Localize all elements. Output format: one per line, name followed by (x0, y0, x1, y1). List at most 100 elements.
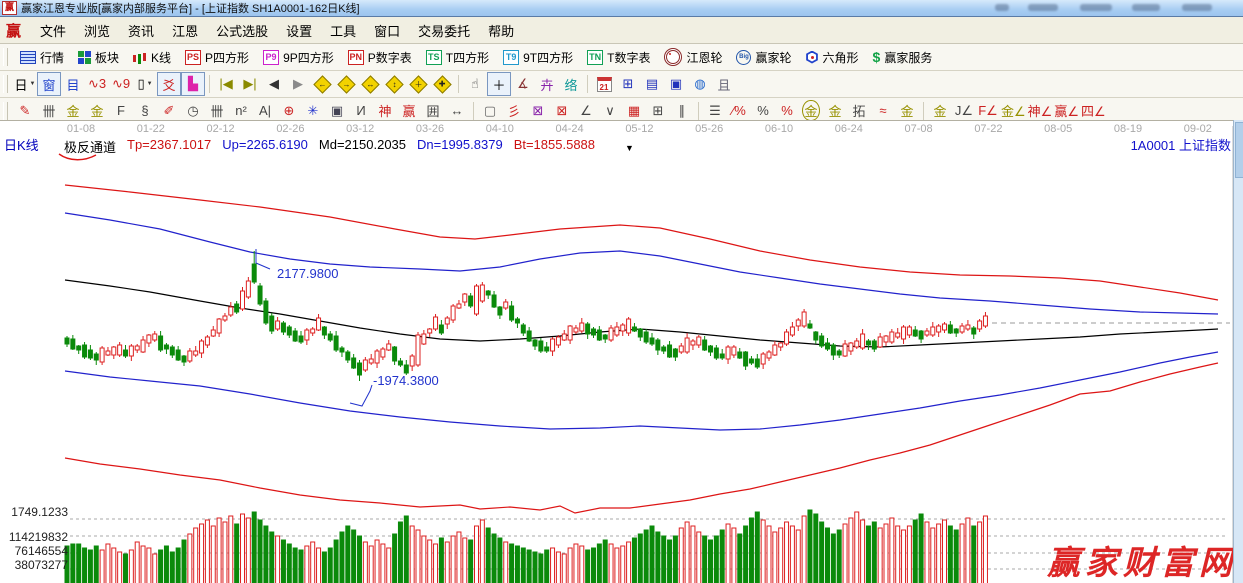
indicator-name: 极反通道 (64, 137, 116, 156)
menu-item-资讯[interactable]: 资讯 (119, 18, 163, 43)
menu-item-江恩[interactable]: 江恩 (163, 18, 207, 43)
boxed-star-icon[interactable]: ▣ (325, 99, 349, 123)
histogram-tool-icon[interactable]: ▙ (181, 72, 205, 96)
t-number-table-button[interactable]: TNT数字表 (580, 47, 657, 68)
chart-window-icon[interactable]: 窗 (37, 72, 61, 96)
winner-service-button[interactable]: $赢家服务 (866, 47, 940, 68)
gann-grid-2-icon[interactable]: 卌 (205, 99, 229, 123)
gann-v-expand-icon[interactable]: ↕ (382, 72, 406, 96)
percent-slash-icon[interactable]: ∕% (727, 99, 751, 123)
angle-measure-icon[interactable]: A| (253, 99, 277, 123)
print-icon[interactable]: 且 (712, 72, 736, 96)
sectors-button[interactable]: 板块 (71, 47, 126, 68)
kline-chart-canvas[interactable] (0, 121, 1243, 583)
gold-angle-icon[interactable]: 金∠ (1000, 99, 1027, 123)
chevron-down-icon[interactable]: ▼ (625, 143, 634, 153)
scrollbar-thumb[interactable] (1235, 122, 1243, 178)
price-ruler-icon[interactable]: ☰ (703, 99, 727, 123)
gann-left-icon[interactable]: ← (310, 72, 334, 96)
gann-grid-icon[interactable]: 卌 (37, 99, 61, 123)
menu-item-交易委托[interactable]: 交易委托 (409, 18, 479, 43)
shen-tool-icon[interactable]: 神 (373, 99, 397, 123)
fan-box-icon[interactable]: ⊠ (526, 99, 550, 123)
ying-tool-icon[interactable]: 赢 (397, 99, 421, 123)
ying-angle-icon[interactable]: 赢∠ (1053, 99, 1080, 123)
gann-cross-icon[interactable]: ＋ (406, 72, 430, 96)
wave-av-icon[interactable]: ≈ (871, 99, 895, 123)
parallel-lines-icon[interactable]: ∥ (670, 99, 694, 123)
circle-cross-icon[interactable]: ⊕ (277, 99, 301, 123)
9p-square-button[interactable]: P99P四方形 (256, 47, 341, 68)
fractal-tool-icon[interactable]: 络 (559, 72, 583, 96)
menu-item-浏览[interactable]: 浏览 (75, 18, 119, 43)
9t-square-button[interactable]: T99T四方形 (496, 47, 580, 68)
star-cycle-icon[interactable]: ✳ (301, 99, 325, 123)
percent-icon[interactable]: % (751, 99, 775, 123)
kline-button[interactable]: K线 (126, 47, 178, 68)
trade-brush-icon[interactable]: 拓 (847, 99, 871, 123)
chart-area[interactable]: 01-0801-2202-1202-2603-1203-2604-1004-24… (0, 120, 1243, 583)
brush-2-icon[interactable]: ✐ (157, 99, 181, 123)
p-square-button[interactable]: PSP四方形 (178, 47, 256, 68)
calendar-icon[interactable]: 21 (592, 72, 616, 96)
menu-item-帮助[interactable]: 帮助 (479, 18, 523, 43)
report-editor-icon[interactable]: ▤ (640, 72, 664, 96)
four-angle-icon[interactable]: 四∠ (1080, 99, 1107, 123)
menu-item-公式选股[interactable]: 公式选股 (207, 18, 277, 43)
gann-all-icon[interactable]: ✚ (430, 72, 454, 96)
toolbar-main: 行情板块K线PSP四方形P99P四方形PNP数字表TST四方形T99T四方形TN… (0, 44, 1243, 71)
gann-right-icon[interactable]: → (334, 72, 358, 96)
h-range-icon[interactable]: ↔ (445, 99, 469, 123)
wave-9-icon[interactable]: ∿9 (109, 72, 133, 96)
trend-angle-icon[interactable]: ∠ (574, 99, 598, 123)
box-tool-icon[interactable]: ▢ (478, 99, 502, 123)
toolbar-grip[interactable] (3, 48, 8, 66)
p-number-table-button[interactable]: PNP数字表 (341, 47, 419, 68)
angle-line-tool-icon[interactable]: ∡ (511, 72, 535, 96)
f-angle-icon[interactable]: F∠ (976, 99, 1000, 123)
crosshair-tool-icon[interactable]: ＋ (487, 72, 511, 96)
wave-3-icon[interactable]: ∿3 (85, 72, 109, 96)
prev-bar-icon[interactable]: ◀ (262, 72, 286, 96)
gann-shape-tool-icon[interactable]: 卉 (535, 72, 559, 96)
winner-wheel-button[interactable]: Big赢家轮 (729, 47, 798, 68)
spiral-icon[interactable]: § (133, 99, 157, 123)
period-daily-icon[interactable]: 日▼ (13, 72, 37, 96)
toolbar-grip[interactable] (3, 102, 8, 120)
shen-angle-icon[interactable]: 神∠ (1027, 99, 1054, 123)
vertical-scrollbar[interactable] (1233, 120, 1243, 583)
quote-list-icon[interactable]: 目 (61, 72, 85, 96)
next-bar-icon[interactable]: ▶ (286, 72, 310, 96)
red-grid-icon[interactable]: ▦ (622, 99, 646, 123)
gann-h-expand-icon[interactable]: ↔ (358, 72, 382, 96)
v-wave-icon[interactable]: ∨ (598, 99, 622, 123)
web-link-icon[interactable]: ◍ (688, 72, 712, 96)
grid-arrow-icon[interactable]: ⊞ (646, 99, 670, 123)
pan-tool-icon[interactable]: ☝ (463, 72, 487, 96)
t-square-button[interactable]: TST四方形 (419, 47, 496, 68)
gold-circle-icon[interactable]: 金 (799, 99, 823, 123)
hexagon-button[interactable]: 六角形 (799, 47, 866, 68)
quotes-button[interactable]: 行情 (13, 47, 71, 68)
save-data-icon[interactable]: ▣ (664, 72, 688, 96)
toolbar-grip[interactable] (3, 75, 8, 93)
gann-wheel-button[interactable]: 江恩轮 (657, 46, 729, 68)
last-bar-icon[interactable]: ▶| (238, 72, 262, 96)
candle-style-icon[interactable]: ▯▼ (133, 72, 157, 96)
fan-lines-icon[interactable]: 彡 (502, 99, 526, 123)
wave-count-icon[interactable]: И (349, 99, 373, 123)
j-angle-icon[interactable]: J∠ (952, 99, 976, 123)
menu-item-文件[interactable]: 文件 (31, 18, 75, 43)
menu-item-设置[interactable]: 设置 (277, 18, 321, 43)
pattern-tool-icon[interactable]: 爻 (157, 72, 181, 96)
number-grid-icon[interactable]: 囲 (421, 99, 445, 123)
time-cycle-icon[interactable]: ◷ (181, 99, 205, 123)
n-square-icon[interactable]: n² (229, 99, 253, 123)
first-bar-icon[interactable]: |◀ (214, 72, 238, 96)
title-bar[interactable]: 赢 赢家江恩专业版[赢家内部服务平台] - [上证指数 SH1A0001-162… (0, 0, 1243, 17)
calculator-icon[interactable]: ⊞ (616, 72, 640, 96)
menu-item-工具[interactable]: 工具 (321, 18, 365, 43)
brush-icon[interactable]: ✎ (13, 99, 37, 123)
fan-box-2-icon[interactable]: ⊠ (550, 99, 574, 123)
menu-item-窗口[interactable]: 窗口 (365, 18, 409, 43)
